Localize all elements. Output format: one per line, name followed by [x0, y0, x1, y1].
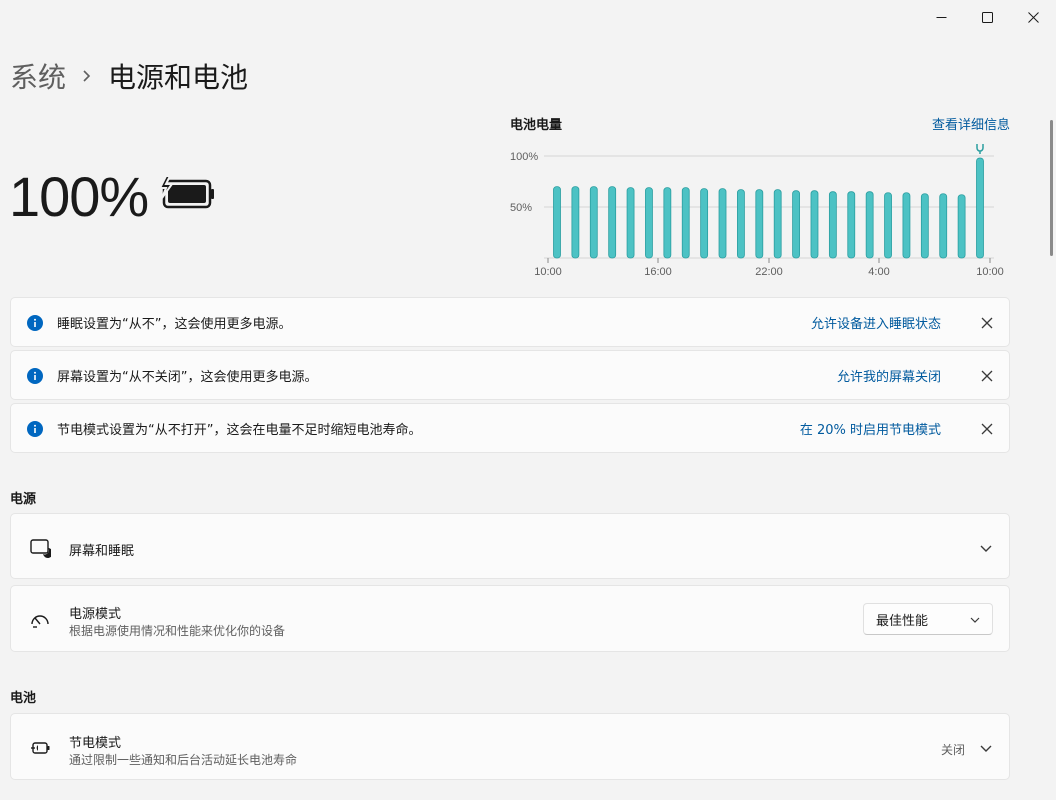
battery-bar: [663, 187, 672, 259]
minimize-button[interactable]: [918, 0, 964, 34]
close-icon: [981, 317, 993, 329]
battery-bar: [976, 157, 984, 259]
battery-bar: [884, 192, 892, 259]
x-tick-label: 10:00: [976, 266, 1004, 278]
breadcrumb-parent[interactable]: 系统: [10, 56, 66, 96]
battery-bar: [847, 191, 856, 259]
battery-saver-status: 关闭: [940, 743, 965, 757]
y-tick-label: 100%: [510, 151, 538, 163]
close-window-button[interactable]: [1010, 0, 1056, 34]
x-tick-label: 4:00: [868, 266, 889, 278]
chevron-down-icon: [970, 617, 980, 623]
y-tick-label: 50%: [510, 202, 532, 214]
power-mode-card: 电源模式 根据电源使用情况和性能来优化你的设备 最佳性能: [10, 585, 1010, 652]
notice-battery-saver: 节电模式设置为“从不打开”，这会在电量不足时缩短电池寿命。 在 20% 时启用节…: [10, 403, 1010, 453]
chevron-right-icon: [82, 69, 92, 83]
dismiss-button[interactable]: [979, 315, 995, 331]
info-icon: [27, 421, 43, 437]
battery-percent: 100%: [9, 165, 149, 228]
chart-canvas: 100% 50% 10:00 16:00 22:00 4:00 10:00: [510, 144, 1004, 278]
card-title: 屏幕和睡眠: [69, 544, 135, 559]
power-mode-gauge-icon: [31, 615, 49, 628]
notice-text: 节电模式设置为“从不打开”，这会在电量不足时缩短电池寿命。: [57, 422, 422, 438]
scrollbar-thumb[interactable]: [1050, 120, 1053, 256]
notice-text: 屏幕设置为“从不关闭”，这会使用更多电源。: [57, 369, 318, 385]
battery-bar: [553, 186, 561, 259]
allow-screen-off-link[interactable]: 允许我的屏幕关闭: [837, 366, 941, 385]
info-icon: [27, 368, 43, 384]
allow-sleep-link[interactable]: 允许设备进入睡眠状态: [811, 313, 941, 332]
notice-screen: 屏幕设置为“从不关闭”，这会使用更多电源。 允许我的屏幕关闭: [10, 350, 1010, 400]
notice-text: 睡眠设置为“从不”，这会使用更多电源。: [57, 316, 292, 332]
chevron-down-icon: [980, 745, 992, 752]
card-description: 根据电源使用情况和性能来优化你的设备: [69, 624, 286, 638]
battery-bar: [645, 187, 653, 259]
close-icon: [981, 370, 993, 382]
minimize-icon: [936, 16, 946, 18]
battery-bar: [810, 190, 819, 259]
dismiss-button[interactable]: [979, 421, 995, 437]
battery-bar: [865, 191, 874, 259]
battery-bar: [700, 188, 709, 259]
breadcrumb: 系统 电源和电池: [10, 56, 248, 96]
screen-sleep-icon: [30, 539, 51, 558]
chart-title: 电池电量: [510, 118, 563, 133]
screen-and-sleep-card[interactable]: 屏幕和睡眠: [10, 513, 1010, 579]
battery-bar: [626, 187, 635, 259]
notice-sleep: 睡眠设置为“从不”，这会使用更多电源。 允许设备进入睡眠状态: [10, 297, 1010, 347]
battery-bar: [608, 186, 617, 259]
page-title: 电源和电池: [108, 61, 249, 94]
window-controls: [918, 0, 1056, 34]
battery-bar: [737, 189, 745, 259]
section-heading-power: 电源: [10, 492, 37, 507]
plug-icon: [976, 144, 984, 155]
battery-bar: [773, 189, 782, 259]
enable-saver-at-20-link[interactable]: 在 20% 时启用节电模式: [800, 419, 941, 438]
battery-level-chart: 100% 50% 10:00 16:00 22:00 4:00 10:00 电池电量 查看详…: [506, 110, 1012, 280]
maximize-button[interactable]: [964, 0, 1010, 34]
close-icon: [1027, 11, 1039, 23]
section-heading-battery: 电池: [10, 691, 37, 706]
power-mode-select[interactable]: 最佳性能: [863, 603, 993, 635]
card-description: 通过限制一些通知和后台活动延长电池寿命: [69, 753, 298, 767]
x-tick-label: 10:00: [534, 266, 562, 278]
battery-bar: [681, 187, 690, 259]
x-tick-label: 16:00: [644, 266, 672, 278]
info-icon: [27, 315, 43, 331]
view-details-link[interactable]: 查看详细信息: [932, 114, 1010, 133]
card-title: 电源模式: [69, 607, 122, 622]
close-icon: [981, 423, 993, 435]
battery-bar: [902, 192, 911, 259]
battery-saver-card[interactable]: 节电模式 通过限制一些通知和后台活动延长电池寿命 关闭: [10, 713, 1010, 780]
x-tick-label: 22:00: [755, 266, 783, 278]
chevron-down-icon: [980, 545, 992, 552]
battery-bar: [792, 190, 800, 259]
battery-bar: [755, 189, 764, 259]
battery-charging-icon: [158, 175, 216, 216]
maximize-icon: [981, 11, 993, 23]
battery-bar: [957, 194, 966, 259]
dismiss-button[interactable]: [979, 368, 995, 384]
battery-saver-icon: [31, 742, 50, 754]
battery-bar: [920, 193, 929, 259]
power-mode-value: 最佳性能: [876, 613, 929, 629]
battery-bar: [571, 186, 580, 259]
battery-bar: [828, 191, 837, 259]
battery-bar: [939, 193, 948, 259]
battery-bar: [718, 188, 727, 259]
card-title: 节电模式: [69, 736, 122, 751]
battery-bar: [589, 186, 598, 259]
